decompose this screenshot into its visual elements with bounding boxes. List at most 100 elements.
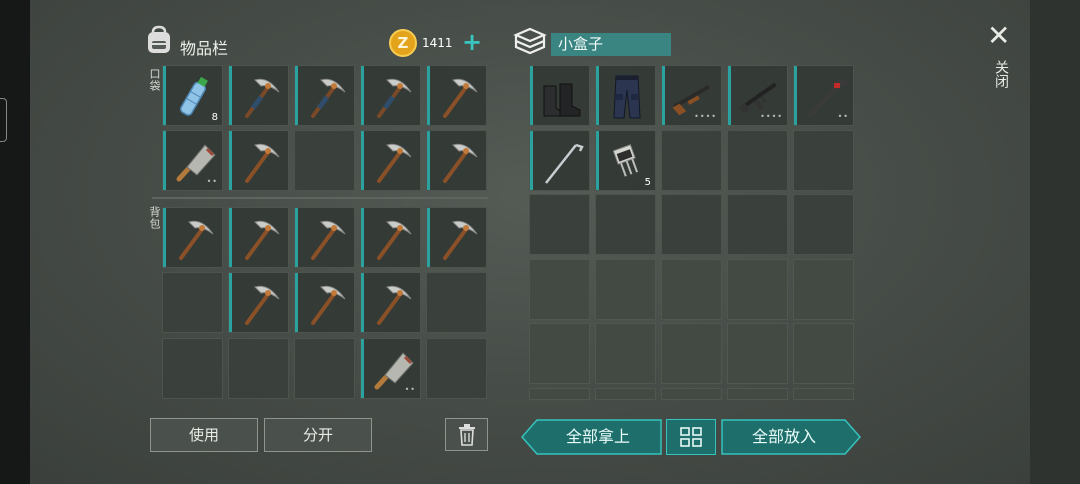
boots-icon	[543, 83, 581, 117]
slot-pickaxe[interactable]	[228, 207, 289, 268]
empty-slot[interactable]	[727, 259, 788, 320]
empty-slot[interactable]	[529, 194, 590, 255]
empty-slot[interactable]	[793, 259, 854, 320]
backpack-label: 背包	[148, 206, 161, 230]
use-button[interactable]: 使用	[150, 418, 258, 452]
slot-pickaxe[interactable]	[228, 130, 289, 191]
slot-boots[interactable]	[529, 65, 590, 126]
slot-accent-bar	[427, 66, 430, 125]
empty-slot[interactable]	[727, 130, 788, 191]
slot-water-bottle[interactable]: 8	[162, 65, 223, 126]
right-screen-edge	[1030, 0, 1080, 484]
left-screen-edge	[0, 0, 30, 484]
empty-slot[interactable]	[529, 388, 590, 400]
slot-pickaxe[interactable]	[360, 272, 421, 333]
pockets-label: 口袋	[148, 68, 161, 92]
durability-dots: ••	[404, 385, 416, 394]
empty-slot[interactable]	[793, 388, 854, 400]
slot-cleaver[interactable]: ••	[162, 130, 223, 191]
empty-slot[interactable]	[294, 338, 355, 399]
slot-accent-bar	[295, 208, 298, 267]
section-divider	[152, 197, 488, 199]
empty-slot[interactable]	[595, 259, 656, 320]
close-label[interactable]: 关闭	[991, 60, 1011, 88]
slot-accent-bar	[794, 66, 797, 125]
slot-accent-bar	[229, 273, 232, 332]
slot-accent-bar	[427, 208, 430, 267]
slot-accent-bar	[530, 66, 533, 125]
empty-slot[interactable]	[162, 272, 223, 333]
slot-pickaxe[interactable]	[426, 130, 487, 191]
empty-slot[interactable]	[529, 259, 590, 320]
pickaxe-icon	[377, 143, 412, 183]
empty-slot[interactable]	[426, 272, 487, 333]
empty-slot[interactable]	[294, 130, 355, 191]
empty-slot[interactable]	[793, 194, 854, 255]
slot-tactical-pants[interactable]	[595, 65, 656, 126]
item-quantity: 5	[644, 177, 651, 188]
empty-slot[interactable]	[661, 388, 722, 400]
pickaxe-icon	[377, 220, 412, 260]
slot-accent-bar	[295, 66, 298, 125]
empty-slot[interactable]	[529, 323, 590, 384]
slot-pickaxe[interactable]	[294, 272, 355, 333]
empty-slot[interactable]	[661, 130, 722, 191]
empty-slot[interactable]	[595, 388, 656, 400]
durability-dots: ••	[837, 112, 849, 121]
sort-grid-icon	[680, 427, 702, 447]
slot-golf-club[interactable]	[529, 130, 590, 191]
empty-slot[interactable]	[595, 194, 656, 255]
slot-accent-bar	[361, 339, 364, 398]
slot-pickaxe-blue[interactable]	[360, 65, 421, 126]
empty-slot[interactable]	[595, 323, 656, 384]
slot-pickaxe[interactable]	[294, 207, 355, 268]
empty-slot[interactable]	[727, 388, 788, 400]
empty-slot[interactable]	[793, 130, 854, 191]
slot-assault-rifle[interactable]: ••••	[727, 65, 788, 126]
durability-dots: ••••	[694, 112, 717, 121]
golf-club-icon	[545, 143, 584, 184]
empty-slot[interactable]	[426, 338, 487, 399]
slot-cleaver[interactable]: ••	[360, 338, 421, 399]
slot-pickaxe-blue[interactable]	[228, 65, 289, 126]
pickaxe-icon	[443, 78, 478, 118]
pickaxe-icon	[311, 285, 346, 325]
slot-accent-bar	[229, 208, 232, 267]
slot-accent-bar	[361, 131, 364, 190]
pickaxe-icon	[245, 143, 280, 183]
empty-slot[interactable]	[727, 194, 788, 255]
empty-slot[interactable]	[661, 194, 722, 255]
side-handle[interactable]	[0, 98, 7, 142]
empty-slot[interactable]	[661, 259, 722, 320]
tactical-pants-icon	[613, 75, 641, 119]
slot-pickaxe[interactable]	[360, 130, 421, 191]
slot-pickaxe-blue[interactable]	[294, 65, 355, 126]
empty-slot[interactable]	[793, 323, 854, 384]
slot-pickaxe[interactable]	[426, 207, 487, 268]
take-all-label: 全部拿上	[565, 427, 630, 446]
pickaxe-icon	[377, 285, 412, 325]
add-currency-button[interactable]: +	[462, 29, 482, 55]
durability-dots: ••	[206, 177, 218, 186]
sort-button[interactable]	[666, 419, 716, 455]
slot-transistor[interactable]: 5	[595, 130, 656, 191]
empty-slot[interactable]	[228, 338, 289, 399]
empty-slot[interactable]	[727, 323, 788, 384]
close-icon[interactable]: ✕	[987, 22, 1010, 50]
empty-slot[interactable]	[162, 338, 223, 399]
slot-pickaxe[interactable]	[162, 207, 223, 268]
split-button[interactable]: 分开	[264, 418, 372, 452]
slot-accent-bar	[163, 131, 166, 190]
empty-slot[interactable]	[661, 323, 722, 384]
pickaxe-blue-icon	[311, 78, 346, 118]
pickaxe-icon	[245, 220, 280, 260]
slot-shotgun[interactable]: ••••	[661, 65, 722, 126]
slot-accent-bar	[229, 66, 232, 125]
slot-accent-bar	[163, 208, 166, 267]
trash-button[interactable]	[445, 418, 488, 451]
currency-amount: 1411	[422, 36, 453, 50]
slot-pickaxe[interactable]	[360, 207, 421, 268]
slot-pickaxe[interactable]	[426, 65, 487, 126]
slot-pickaxe[interactable]	[228, 272, 289, 333]
slot-crowbar[interactable]: ••	[793, 65, 854, 126]
